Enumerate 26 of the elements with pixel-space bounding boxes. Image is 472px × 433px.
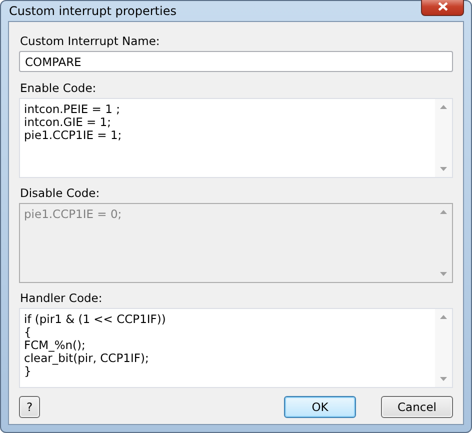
code-line: pie1.CCP1IE = 1; [24,129,123,142]
scroll-up-arrow-icon[interactable] [440,315,447,319]
field-label: Custom Interrupt Name: [20,34,161,48]
field-label: Enable Code: [20,81,98,95]
code-line: intcon.GIE = 1; [24,116,112,129]
scroll-down-arrow-icon[interactable] [440,377,447,381]
code-line: if (pir1 & (1 << CCP1IF)) [24,313,167,326]
code-line: pie1.CCP1IE = 0; [24,208,123,221]
code-text-area[interactable]: if (pir1 & (1 << CCP1IF)) { FCM_%n(); clear_bit(pir, CCP1IF); } [19,308,453,388]
code-line: intcon.PEIE = 1 ; [24,103,121,116]
field-label: Disable Code: [20,186,101,200]
help-button[interactable]: ? [19,396,40,418]
code-line: FCM_%n(); [24,339,86,352]
code-line: clear_bit(pir, CCP1IF); [24,352,150,365]
close-icon [438,2,448,11]
window-title: Custom interrupt properties [8,4,176,18]
field-label: Handler Code: [20,291,104,305]
name-input-field[interactable]: COMPARE [19,51,453,72]
code-text-area[interactable]: intcon.PEIE = 1 ; intcon.GIE = 1; pie1.CCP1IE = 1; [19,98,453,178]
scroll-down-arrow-icon[interactable] [440,167,447,171]
code-line: { [24,326,32,339]
scroll-up-arrow-icon[interactable] [440,105,447,109]
ok-button[interactable]: OK [284,396,356,418]
code-line: } [24,365,32,378]
close-button[interactable] [421,0,464,16]
cancel-button[interactable]: Cancel [381,396,453,418]
